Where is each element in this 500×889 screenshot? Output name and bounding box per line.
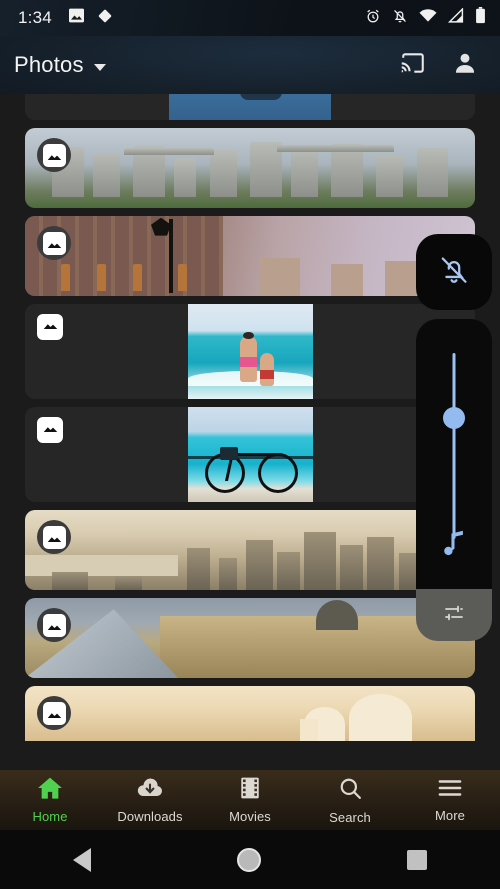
nav-label: Home [32,809,67,824]
list-item[interactable] [25,94,475,120]
image-badge [37,226,71,260]
image-badge [37,417,63,443]
back-triangle-icon[interactable] [73,848,91,872]
city-skyline-sepia-thumbnail [25,510,475,590]
home-circle-icon[interactable] [237,848,261,872]
list-item[interactable] [25,686,475,741]
download-cloud-icon [136,776,164,805]
page-title: Photos [14,52,84,78]
nav-item-more[interactable]: More [400,777,500,823]
image-icon [43,232,66,255]
castle-fortress-thumbnail [25,216,475,296]
app-bar: Photos [0,36,500,94]
volume-slider-thumb[interactable] [443,407,465,429]
image-icon [43,421,58,439]
image-badge [37,314,63,340]
nav-label: Movies [229,809,271,824]
nav-label: More [435,808,465,823]
bottom-navigation-bar: Home Downloads [0,770,500,830]
chevron-down-icon[interactable] [94,64,106,71]
battery-icon [475,7,486,29]
ringer-mute-button[interactable] [416,234,492,310]
diamond-icon [97,8,113,29]
film-strip-icon [238,776,262,805]
stonehenge-thumbnail [25,128,475,208]
list-item[interactable] [25,598,475,678]
volume-panel[interactable] [416,234,492,641]
image-badge [37,138,71,172]
account-icon[interactable] [452,50,478,81]
list-item[interactable] [25,304,475,399]
alarm-icon [365,8,381,29]
music-note-icon [441,528,467,561]
status-bar-clock: 1:34 [18,8,52,28]
photos-dropdown-button[interactable]: Photos [14,52,106,78]
nav-item-downloads[interactable]: Downloads [100,776,200,824]
cast-icon[interactable] [400,52,426,79]
bicycle-by-the-sea-thumbnail [188,407,313,502]
list-item[interactable] [25,216,475,296]
image-badge [37,608,71,642]
nav-item-search[interactable]: Search [300,776,400,825]
nav-label: Search [329,810,371,825]
tune-sliders-icon [442,601,466,630]
wifi-icon [419,9,437,28]
louvre-palace-thumbnail [25,598,475,678]
recents-square-icon[interactable] [407,850,427,870]
image-icon [43,318,58,336]
nav-label: Downloads [117,809,182,824]
sacre-coeur-sky-thumbnail [25,686,475,741]
status-bar: 1:34 [0,0,500,36]
cellular-signal-icon [448,8,464,28]
image-badge [37,696,71,730]
notifications-muted-icon [392,8,408,29]
nav-item-movies[interactable]: Movies [200,776,300,824]
image-icon [43,144,66,167]
search-icon [338,776,363,806]
bell-off-icon [438,254,470,291]
volume-slider[interactable] [416,319,492,589]
children-in-sea-thumbnail [188,304,313,399]
image-icon [68,8,85,28]
phone-screen: 1:34 [0,0,500,889]
list-item[interactable] [25,407,475,502]
list-item[interactable] [25,128,475,208]
hamburger-menu-icon [437,777,463,804]
image-icon [43,526,66,549]
home-icon [37,776,63,805]
image-icon [43,614,66,637]
boat-on-sea-thumbnail [25,94,475,120]
image-icon [43,702,66,725]
volume-settings-button[interactable] [416,589,492,641]
nav-item-home[interactable]: Home [0,776,100,824]
system-navigation-bar [0,830,500,889]
list-item[interactable] [25,510,475,590]
volume-slider-track[interactable] [453,353,456,539]
image-badge [37,520,71,554]
